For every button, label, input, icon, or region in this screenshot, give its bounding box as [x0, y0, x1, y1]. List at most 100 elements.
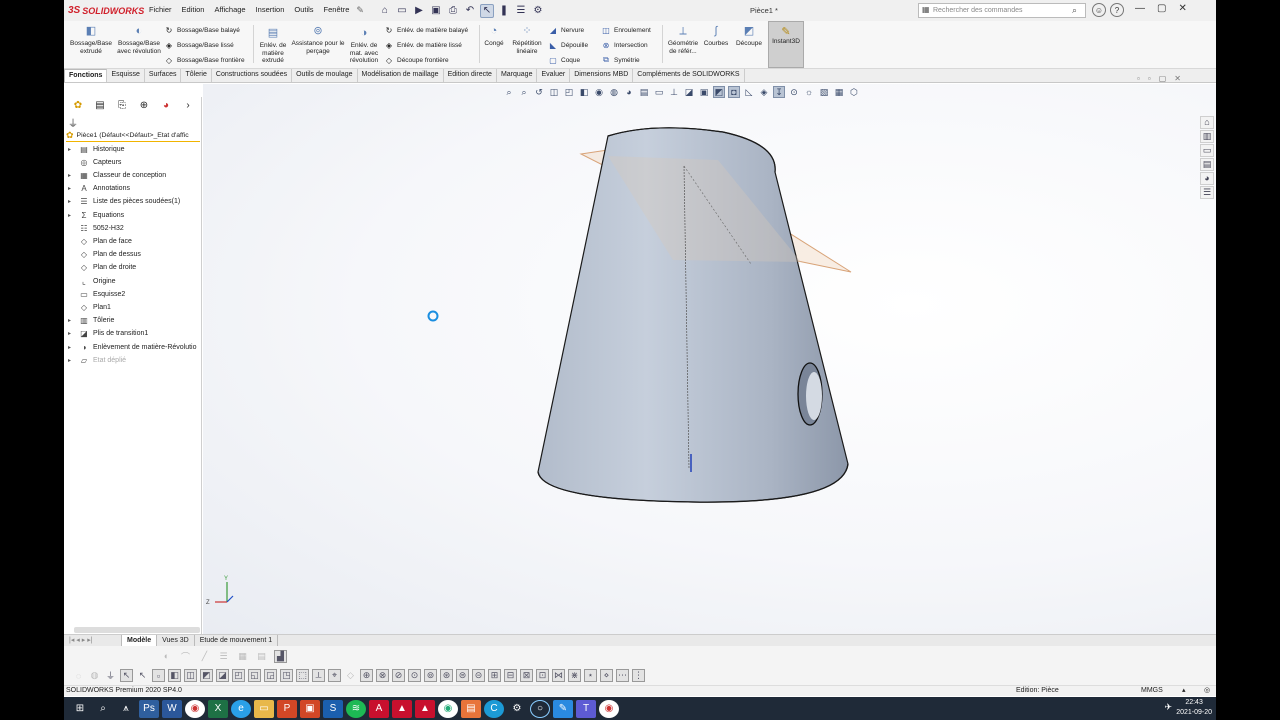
- menu-fichier[interactable]: Fichier: [144, 5, 177, 16]
- units-selector[interactable]: MMGS: [1141, 687, 1163, 694]
- tree-item[interactable]: ◎ Capteurs: [68, 156, 122, 168]
- open-icon[interactable]: ▶: [412, 4, 426, 18]
- hole-wizard-button[interactable]: ⊚ Assistance pour le perçage: [291, 23, 345, 55]
- taskbar-app-sw2020-icon[interactable]: ▲: [392, 699, 412, 718]
- minimize-icon[interactable]: —: [1135, 3, 1145, 14]
- taskbar-app-tool-icon[interactable]: ▤: [461, 699, 481, 718]
- filter-30-icon[interactable]: ⋯: [616, 669, 629, 682]
- taskbar-app-chrome-icon[interactable]: ◉: [185, 699, 205, 718]
- filter-23-icon[interactable]: ⊟: [504, 669, 517, 682]
- expand-chevron-icon[interactable]: ▸: [68, 317, 78, 324]
- swept-cut-button[interactable]: ↻ Enlév. de matière balayé: [384, 24, 468, 36]
- mirror-button[interactable]: ⧉ Symétrie: [601, 54, 640, 66]
- instant3d-button[interactable]: ✎ Instant3D: [768, 21, 804, 68]
- intersect-button[interactable]: ⊗ Intersection: [601, 39, 648, 51]
- dimxpert-tab-icon[interactable]: ⊕: [136, 99, 152, 113]
- select-arrow-icon[interactable]: ↖: [120, 669, 133, 682]
- design-library-icon[interactable]: ▥: [1200, 130, 1214, 143]
- filter-20-icon[interactable]: ⊜: [456, 669, 469, 682]
- tree-item[interactable]: ▸ A Annotations: [68, 183, 130, 195]
- filter-12-icon[interactable]: ⌖: [328, 669, 341, 682]
- tree-item[interactable]: ◇ Plan de face: [68, 235, 132, 247]
- system-tray-icon[interactable]: ✈: [1164, 702, 1172, 713]
- rib-button[interactable]: ◢ Nervure: [548, 24, 584, 36]
- filter-25-icon[interactable]: ⊡: [536, 669, 549, 682]
- revolved-boss-button[interactable]: ◐ Bossage/Base avec révolution: [116, 23, 162, 55]
- filter-16-icon[interactable]: ⊘: [392, 669, 405, 682]
- lofted-boss-button[interactable]: ◈ Bossage/Base lissé: [164, 39, 234, 51]
- line-tool-icon[interactable]: ╱: [198, 650, 211, 663]
- filter-1-icon[interactable]: ▫: [152, 669, 165, 682]
- taskbar-app-photoshop-icon[interactable]: Ps: [139, 699, 159, 718]
- split-button[interactable]: ◩ Découpe: [732, 23, 766, 48]
- expand-chevron-icon[interactable]: ▸: [68, 344, 78, 351]
- tree-item[interactable]: ▭ Esquisse2: [68, 288, 125, 300]
- filter-2-icon[interactable]: ◧: [168, 669, 181, 682]
- expand-chevron-icon[interactable]: ▸: [68, 198, 78, 205]
- graphics-area[interactable]: ⌕ ⌕ ↺ ◫ ◰ ◧ ◉ ◍ ◕ ▤ ▭ ⊥ ◪ ▣ ◩ ◘ ◺ ◈ ↧ ⊙ …: [203, 74, 1216, 634]
- wrap-button[interactable]: ◫ Enroulement: [601, 24, 651, 36]
- tab-constructions-soudees[interactable]: Constructions soudées: [212, 69, 293, 82]
- filter-15-icon[interactable]: ⊗: [376, 669, 389, 682]
- status-options-icon[interactable]: ◎: [1204, 686, 1210, 694]
- filter-29-icon[interactable]: ⋄: [600, 669, 613, 682]
- taskbar-app-chrome2-icon[interactable]: ◉: [438, 699, 458, 718]
- taskbar-app-cortana-icon[interactable]: ○: [530, 699, 550, 718]
- filter-4-icon[interactable]: ◩: [200, 669, 213, 682]
- configuration-manager-tab-icon[interactable]: ⎘: [114, 99, 130, 113]
- extruded-cut-button[interactable]: ▤ Enlév. de matière extrudé: [256, 25, 290, 65]
- taskbar-app-ccleaner-icon[interactable]: C: [484, 699, 504, 718]
- smart-dimension-icon[interactable]: ⌒: [179, 650, 192, 663]
- filter-28-icon[interactable]: ⋆: [584, 669, 597, 682]
- taskbar-app-powerpoint-icon[interactable]: P: [277, 699, 297, 718]
- viewport-close-icon[interactable]: ✕: [1174, 74, 1181, 83]
- tab-surfaces[interactable]: Surfaces: [145, 69, 182, 82]
- save-icon[interactable]: ▣: [429, 4, 443, 18]
- filter-toggle-icon[interactable]: ⏚: [104, 669, 117, 682]
- pin-icon[interactable]: ✎: [356, 5, 364, 16]
- curves-button[interactable]: ∫ Courbes: [702, 23, 730, 48]
- tab-modelisation-maillage[interactable]: Modélisation de maillage: [358, 69, 444, 82]
- tree-item[interactable]: ▸ ▦ Classeur de conception: [68, 169, 166, 181]
- command-search-input[interactable]: ▦ Rechercher des commandes ⌕: [918, 3, 1086, 18]
- options-gear-icon[interactable]: ⚙: [531, 4, 545, 18]
- custom-properties-icon[interactable]: ☰: [1200, 186, 1214, 199]
- tab-etude-mouvement[interactable]: Etude de mouvement 1: [195, 635, 279, 646]
- taskbar-app-edge-icon[interactable]: e: [231, 699, 251, 718]
- taskbar-app-sw2021-icon[interactable]: ▲: [415, 699, 435, 718]
- expand-chevron-icon[interactable]: ▸: [68, 330, 78, 337]
- undo-icon[interactable]: ↶: [463, 4, 477, 18]
- extruded-boss-button[interactable]: ◧ Bossage/Base extrudé: [66, 23, 116, 55]
- tree-item[interactable]: ▸ ☰ Liste des pièces soudées(1): [68, 196, 180, 208]
- taskbar-app-word-icon[interactable]: W: [162, 699, 182, 718]
- viewport-tile-icon[interactable]: ▫: [1148, 74, 1151, 83]
- solidworks-resources-icon[interactable]: ⌂: [1200, 116, 1214, 129]
- filter-3-icon[interactable]: ◫: [184, 669, 197, 682]
- filter-24-icon[interactable]: ⊠: [520, 669, 533, 682]
- tab-outils-de-moulage[interactable]: Outils de moulage: [292, 69, 358, 82]
- tree-item[interactable]: ▸ ▱ Etat déplié: [68, 354, 126, 366]
- sketch-tool-icon[interactable]: ◐: [160, 650, 173, 663]
- linear-pattern-button[interactable]: ⁘ Répétition linéaire: [508, 23, 546, 55]
- filter-vertices-icon[interactable]: ◌: [72, 669, 85, 682]
- boundary-boss-button[interactable]: ◇ Bossage/Base frontière: [164, 54, 245, 66]
- menu-fenetre[interactable]: Fenêtre: [319, 5, 355, 16]
- expand-chevron-icon[interactable]: ▸: [68, 357, 78, 364]
- windows-start-icon[interactable]: ⊞: [70, 700, 90, 718]
- filter-19-icon[interactable]: ⊛: [440, 669, 453, 682]
- filter-18-icon[interactable]: ⊚: [424, 669, 437, 682]
- filter-7-icon[interactable]: ◱: [248, 669, 261, 682]
- tab-dimensions-mbd[interactable]: Dimensions MBD: [570, 69, 634, 82]
- taskbar-app-spotify-icon[interactable]: ≋: [346, 699, 366, 718]
- file-properties-icon[interactable]: ☰: [514, 4, 528, 18]
- tree-item[interactable]: ◇ Plan de dessus: [68, 249, 141, 261]
- viewport-restore-icon[interactable]: ▫: [1137, 74, 1140, 83]
- feature-manager-tab-icon[interactable]: ✿: [70, 99, 86, 113]
- mesh-tool-icon[interactable]: ▟: [274, 649, 287, 663]
- part-root-node[interactable]: ✿ Pièce1 (Défaut<<Défaut>_Etat d'affic: [66, 130, 200, 142]
- fillet-button[interactable]: ◔ Congé: [480, 23, 508, 48]
- tab-modele[interactable]: Modèle: [122, 635, 158, 646]
- table-tool-icon[interactable]: ▤: [255, 650, 268, 663]
- close-icon[interactable]: ✕: [1178, 3, 1186, 14]
- rebuild-icon[interactable]: ❚: [497, 4, 511, 18]
